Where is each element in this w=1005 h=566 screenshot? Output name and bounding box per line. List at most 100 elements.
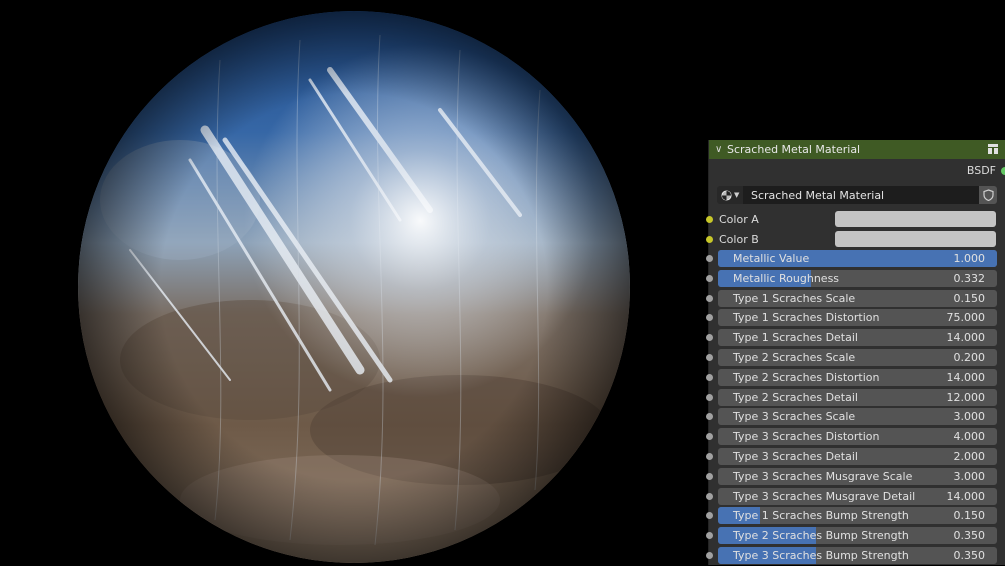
float-input-row: Type 1 Scraches Detail 14.000 xyxy=(706,328,1005,348)
value-slider[interactable]: Type 2 Scraches Scale 0.200 xyxy=(718,348,997,366)
slider-label: Type 1 Scraches Distortion xyxy=(733,311,880,325)
slider-value: 14.000 xyxy=(946,331,986,345)
color-input-row: Color A xyxy=(706,209,1005,229)
slider-value: 0.150 xyxy=(953,509,986,523)
collapse-chevron-icon[interactable]: ∨ xyxy=(715,144,727,155)
node-group-icon[interactable] xyxy=(987,143,999,155)
slider-label: Type 1 Scraches Bump Strength xyxy=(733,509,909,523)
float-input-socket[interactable] xyxy=(706,512,713,520)
node-group-panel[interactable]: ∨ Scrached Metal Material BSDF ▼ Scrache… xyxy=(706,140,1005,566)
value-slider[interactable]: Metallic Roughness 0.332 xyxy=(718,269,997,287)
float-input-row: Metallic Roughness 0.332 xyxy=(706,269,1005,289)
node-header[interactable]: ∨ Scrached Metal Material xyxy=(709,140,1005,159)
value-slider[interactable]: Type 2 Scraches Distortion 14.000 xyxy=(718,368,997,386)
color-input-socket[interactable] xyxy=(706,236,713,243)
node-title: Scrached Metal Material xyxy=(727,143,861,156)
float-input-row: Type 3 Scraches Bump Strength 0.350 xyxy=(706,546,1005,566)
float-input-socket[interactable] xyxy=(706,255,713,262)
slider-value: 0.350 xyxy=(953,529,986,543)
bsdf-output-label: BSDF xyxy=(966,164,996,177)
slider-value: 4.000 xyxy=(953,430,986,444)
float-input-socket[interactable] xyxy=(706,452,713,460)
color-input-label: Color A xyxy=(719,212,759,226)
slider-label: Type 2 Scraches Distortion xyxy=(733,370,880,384)
slider-label: Type 3 Scraches Musgrave Scale xyxy=(733,469,913,483)
float-input-row: Type 1 Scraches Scale 0.150 xyxy=(706,289,1005,309)
float-input-socket[interactable] xyxy=(706,492,713,500)
color-input-row: Color B xyxy=(706,229,1005,249)
bsdf-output-row: BSDF xyxy=(709,159,1005,183)
slider-value: 0.200 xyxy=(953,350,986,364)
value-slider[interactable]: Metallic Value 1.000 xyxy=(718,250,997,267)
slider-label: Metallic Roughness xyxy=(733,271,840,285)
value-slider[interactable]: Type 3 Scraches Distortion 4.000 xyxy=(718,428,997,446)
value-slider[interactable]: Type 1 Scraches Bump Strength 0.150 xyxy=(718,507,997,525)
node-group-name-field[interactable]: Scrached Metal Material xyxy=(743,186,979,204)
slider-label: Type 2 Scraches Bump Strength xyxy=(733,529,909,543)
float-input-row: Type 3 Scraches Distortion 4.000 xyxy=(706,427,1005,447)
color-swatch[interactable] xyxy=(835,211,996,227)
color-input-socket[interactable] xyxy=(706,216,713,223)
float-input-socket[interactable] xyxy=(706,353,713,361)
slider-value: 0.150 xyxy=(953,291,986,305)
float-input-socket[interactable] xyxy=(706,413,713,421)
float-input-socket[interactable] xyxy=(706,334,713,342)
value-slider[interactable]: Type 2 Scraches Detail 12.000 xyxy=(718,388,997,406)
float-input-socket[interactable] xyxy=(706,373,713,381)
float-input-socket[interactable] xyxy=(706,532,713,540)
slider-label: Type 3 Scraches Detail xyxy=(733,449,858,463)
node-group-selector[interactable]: ▼ Scrached Metal Material xyxy=(717,185,997,205)
float-input-socket[interactable] xyxy=(706,393,713,401)
value-slider[interactable]: Type 2 Scraches Bump Strength 0.350 xyxy=(718,527,997,545)
float-input-socket[interactable] xyxy=(706,433,713,441)
float-input-row: Type 2 Scraches Bump Strength 0.350 xyxy=(706,526,1005,546)
slider-label: Type 3 Scraches Distortion xyxy=(733,430,880,444)
float-input-socket[interactable] xyxy=(706,314,713,322)
material-sphere-icon xyxy=(721,189,732,201)
slider-value: 3.000 xyxy=(953,410,986,424)
slider-value: 75.000 xyxy=(946,311,986,325)
slider-label: Type 3 Scraches Bump Strength xyxy=(733,548,909,562)
float-input-socket[interactable] xyxy=(706,274,713,282)
float-input-row: Type 1 Scraches Distortion 75.000 xyxy=(706,308,1005,328)
float-input-row: Type 3 Scraches Detail 2.000 xyxy=(706,447,1005,467)
slider-value: 14.000 xyxy=(946,489,986,503)
float-input-row: Type 3 Scraches Musgrave Scale 3.000 xyxy=(706,467,1005,487)
chevron-down-icon: ▼ xyxy=(734,191,740,199)
bsdf-output-socket[interactable] xyxy=(1001,167,1005,175)
slider-value: 0.350 xyxy=(953,548,986,562)
slider-value: 2.000 xyxy=(953,449,986,463)
color-input-label: Color B xyxy=(719,232,759,246)
material-preview-viewport[interactable] xyxy=(0,0,700,565)
value-slider[interactable]: Type 3 Scraches Detail 2.000 xyxy=(718,447,997,465)
slider-label: Type 2 Scraches Scale xyxy=(733,350,856,364)
value-slider[interactable]: Type 1 Scraches Detail 14.000 xyxy=(718,329,997,347)
slider-label: Type 2 Scraches Detail xyxy=(733,390,858,404)
value-slider[interactable]: Type 3 Scraches Scale 3.000 xyxy=(718,408,997,426)
value-slider[interactable]: Type 1 Scraches Scale 0.150 xyxy=(718,289,997,307)
float-input-row: Type 2 Scraches Scale 0.200 xyxy=(706,348,1005,368)
float-input-socket[interactable] xyxy=(706,294,713,302)
slider-value: 14.000 xyxy=(946,370,986,384)
float-input-row: Type 3 Scraches Scale 3.000 xyxy=(706,407,1005,427)
shield-icon xyxy=(982,189,994,201)
float-input-socket[interactable] xyxy=(706,551,713,559)
slider-label: Type 3 Scraches Scale xyxy=(733,410,856,424)
float-input-row: Metallic Value 1.000 xyxy=(706,249,1005,269)
slider-label: Type 3 Scraches Musgrave Detail xyxy=(733,489,916,503)
float-input-socket[interactable] xyxy=(706,472,713,480)
fake-user-button[interactable] xyxy=(979,186,997,204)
value-slider[interactable]: Type 1 Scraches Distortion 75.000 xyxy=(718,309,997,327)
slider-label: Metallic Value xyxy=(733,252,810,265)
value-slider[interactable]: Type 3 Scraches Bump Strength 0.350 xyxy=(718,546,997,564)
value-slider[interactable]: Type 3 Scraches Musgrave Detail 14.000 xyxy=(718,487,997,505)
metal-sphere xyxy=(78,11,630,563)
value-slider[interactable]: Type 3 Scraches Musgrave Scale 3.000 xyxy=(718,467,997,485)
color-swatch[interactable] xyxy=(835,231,996,247)
slider-value: 1.000 xyxy=(953,252,986,265)
slider-value: 3.000 xyxy=(953,469,986,483)
float-input-row: Type 2 Scraches Detail 12.000 xyxy=(706,388,1005,408)
slider-value: 0.332 xyxy=(953,271,986,285)
float-input-row: Type 2 Scraches Distortion 14.000 xyxy=(706,368,1005,388)
material-browse-button[interactable]: ▼ xyxy=(717,186,743,204)
